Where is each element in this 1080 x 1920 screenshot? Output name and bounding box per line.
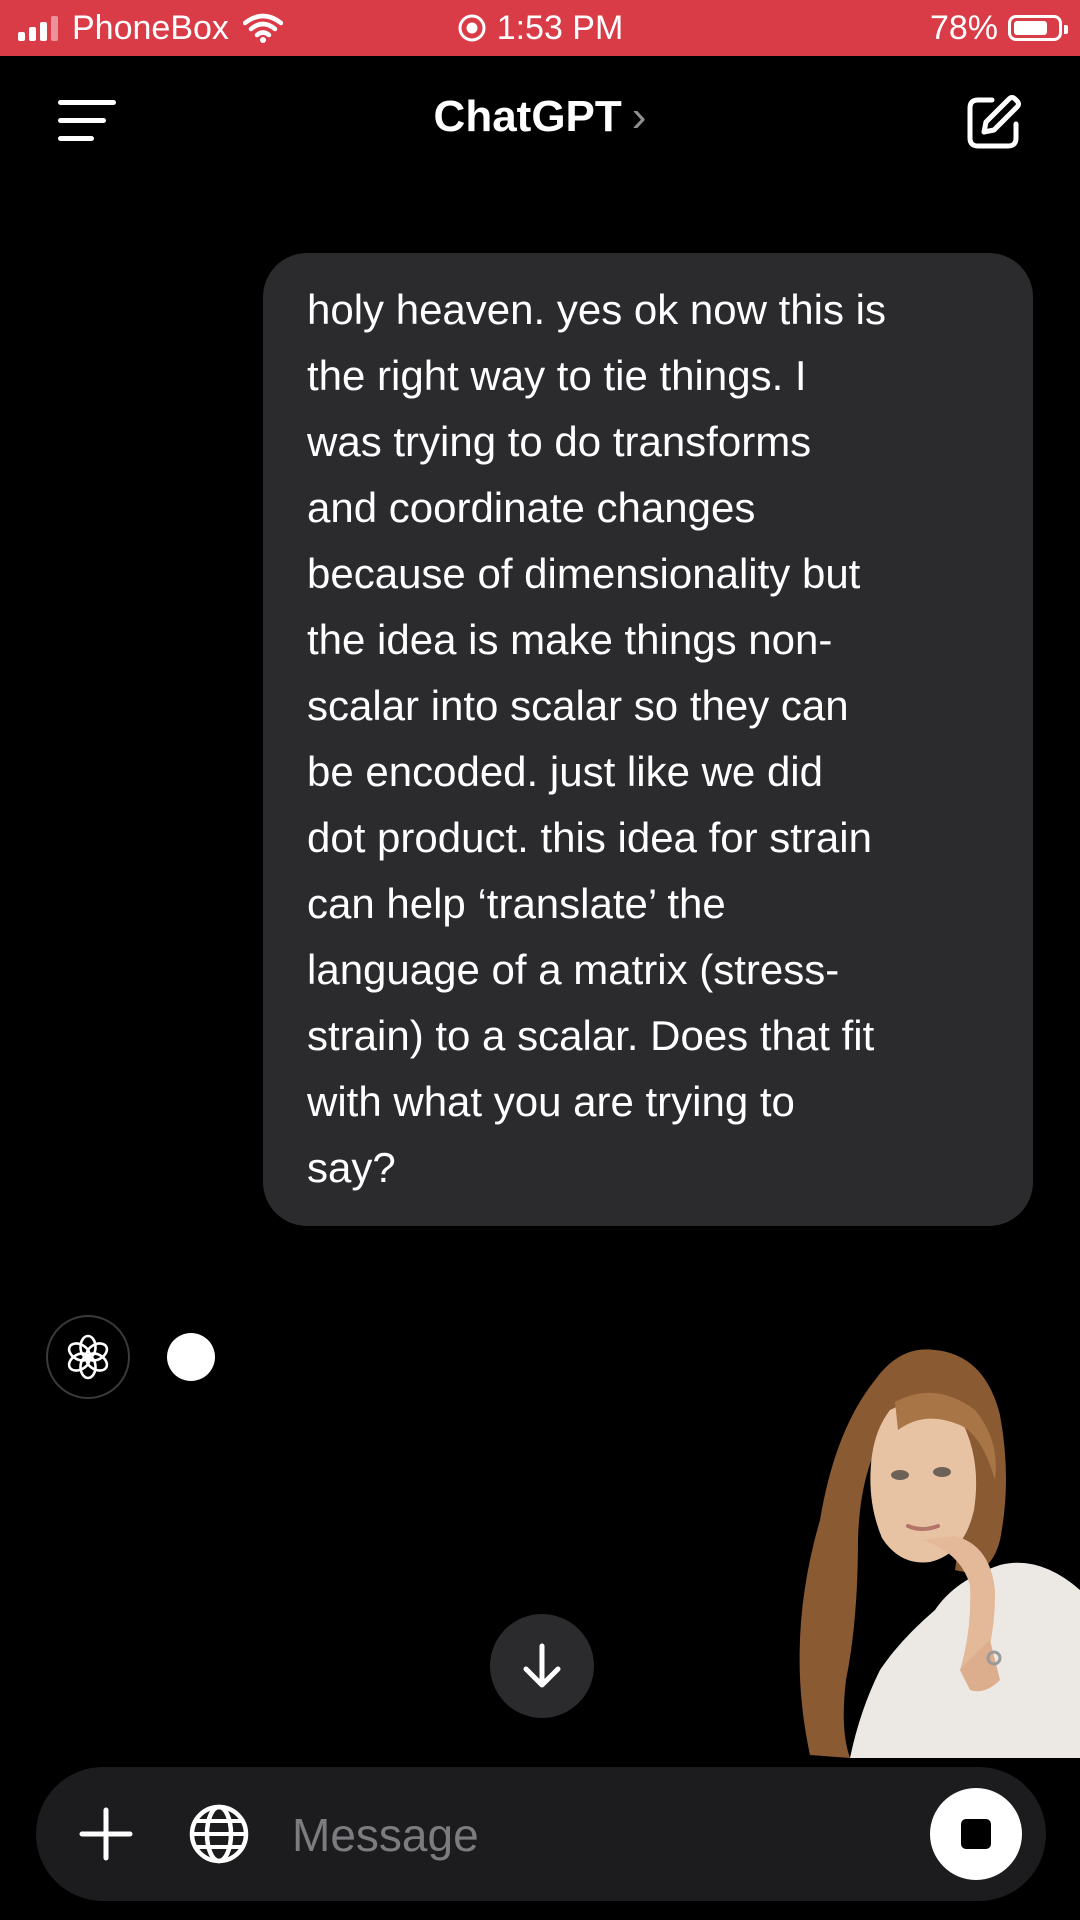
plus-icon[interactable] [76,1804,136,1864]
stop-button[interactable] [930,1788,1022,1880]
message-line: was trying to do transforms [307,418,812,465]
user-message-bubble: holy heaven. yes ok now this is the righ… [263,253,1033,1226]
scroll-to-bottom-button[interactable] [490,1614,594,1718]
message-line: say? [307,1144,396,1191]
message-line: strain) to a scalar. Does that fit [307,1012,875,1059]
message-input[interactable] [290,1797,934,1873]
message-line: the idea is make things non- [307,616,833,663]
status-right: 78% [929,0,1068,56]
message-line: holy heaven. yes ok now this is [307,286,886,333]
openai-logo-icon [67,1334,109,1380]
page-title: ChatGPT [433,92,622,141]
chat-screen: PhoneBox 1:53 PM 78% ChatGPT › holy heav… [0,0,1080,1920]
chevron-right-icon: › [631,92,647,141]
assistant-avatar [46,1315,130,1399]
status-bar: PhoneBox 1:53 PM 78% [0,0,1080,56]
arrow-down-icon [523,1643,561,1688]
location-icon [458,14,486,42]
message-line: scalar into scalar so they can [307,682,849,729]
typing-indicator [167,1333,215,1381]
message-line: dot product. this idea for strain [307,814,872,861]
new-chat-button[interactable] [962,92,1024,154]
message-line: language of a matrix (stress- [307,946,840,993]
message-line: be encoded. just like we did [307,748,823,795]
stop-icon [961,1819,991,1849]
battery-icon [1008,15,1068,41]
status-center: 1:53 PM [0,0,1080,56]
nav-bar: ChatGPT › [0,56,1080,186]
battery-percent: 78% [929,8,998,47]
message-line: the right way to tie things. I [307,352,807,399]
message-line: with what you are trying to [307,1078,795,1125]
model-selector[interactable]: ChatGPT › [0,92,1080,142]
message-line: because of dimensionality but [307,550,861,597]
globe-icon[interactable] [188,1803,250,1865]
composer-bar [36,1767,1046,1901]
status-time: 1:53 PM [496,8,624,47]
battery-level [1014,21,1047,35]
person-webcam-overlay [799,1349,1080,1758]
message-line: and coordinate changes [307,484,756,531]
battery-nub [1064,25,1068,34]
message-line: can help ‘translate’ the [307,880,726,927]
